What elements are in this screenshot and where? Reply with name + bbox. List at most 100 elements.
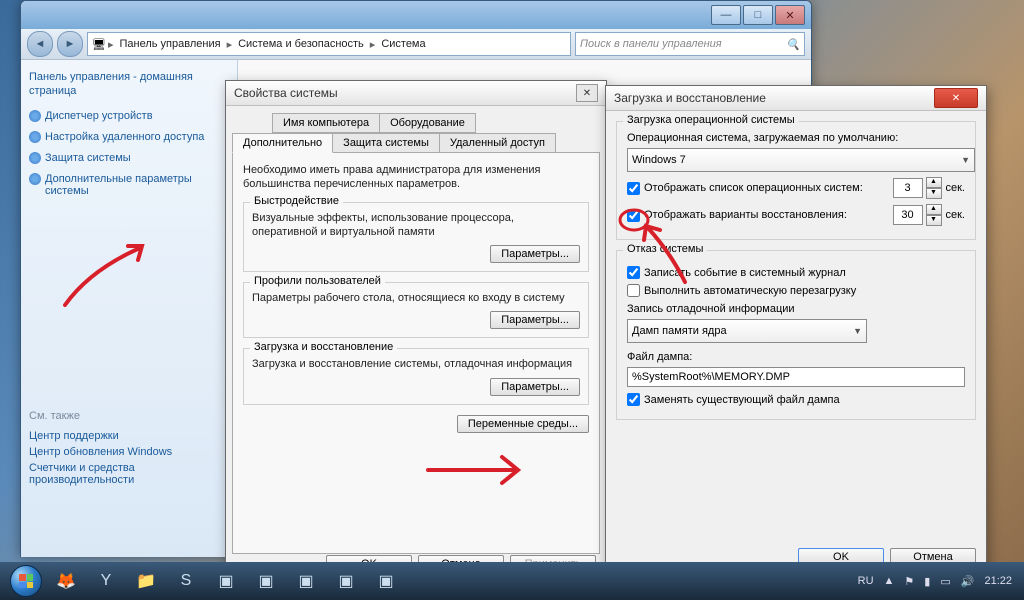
dump-file-input[interactable]	[627, 367, 965, 387]
tray-lang[interactable]: RU	[858, 575, 874, 587]
start-button[interactable]	[6, 565, 46, 597]
sysprop-title: Свойства системы	[234, 86, 338, 100]
system-properties-dialog: Свойства системы ✕ Имя компьютера Оборуд…	[225, 80, 607, 582]
performance-text: Визуальные эффекты, использование процес…	[252, 211, 580, 240]
tray-chevron-icon[interactable]: ▲	[884, 575, 895, 587]
taskbar: 🦊 Y 📁 S ▣ ▣ ▣ ▣ ▣ RU ▲ ⚑ ▮ ▭ 🔊 21:22	[0, 562, 1024, 600]
sidebar-advanced-settings[interactable]: Дополнительные параметры системы	[29, 170, 229, 200]
failure-fieldset: Отказ системы Записать событие в системн…	[616, 250, 976, 420]
crumb-control-panel[interactable]: Панель управления	[116, 38, 225, 50]
show-recovery-seconds-input[interactable]	[893, 205, 923, 225]
taskbar-app1[interactable]: ▣	[206, 565, 246, 597]
taskbar-yandex[interactable]: Y	[86, 565, 126, 597]
default-os-value: Windows 7	[632, 154, 686, 166]
windows-logo-icon	[19, 574, 33, 588]
search-icon: 🔍	[786, 38, 800, 51]
seconds-label-2: сек.	[946, 209, 966, 221]
chevron-down-icon: ▼	[853, 326, 862, 336]
show-os-spinner[interactable]: ▲▼	[926, 177, 942, 199]
sysprop-tabs-row2: Дополнительно Защита системы Удаленный д…	[232, 132, 600, 152]
system-tray: RU ▲ ⚑ ▮ ▭ 🔊 21:22	[858, 575, 1018, 588]
startup-close-button[interactable]: ✕	[934, 88, 978, 108]
overwrite-dump-label: Заменять существующий файл дампа	[644, 394, 840, 406]
sidebar-perf-tools[interactable]: Счетчики и средства производительности	[29, 460, 229, 488]
explorer-titlebar: — □ ✕	[21, 1, 811, 29]
admin-note: Необходимо иметь права администратора дл…	[243, 163, 589, 192]
crumb-system[interactable]: Система	[377, 38, 429, 50]
seconds-label: сек.	[946, 182, 966, 194]
sidebar-windows-update[interactable]: Центр обновления Windows	[29, 444, 229, 460]
profiles-settings-button[interactable]: Параметры...	[490, 311, 580, 329]
startup-settings-button[interactable]: Параметры...	[490, 378, 580, 396]
sysprop-close-button[interactable]: ✕	[576, 84, 598, 102]
sysprop-tabs-row1: Имя компьютера Оборудование	[232, 112, 600, 132]
nav-bar: ◄ ► 🖥 ▸ Панель управления ▸ Система и бе…	[21, 29, 811, 60]
tab-remote[interactable]: Удаленный доступ	[439, 133, 556, 153]
taskbar-app4[interactable]: ▣	[326, 565, 366, 597]
sidebar-action-center[interactable]: Центр поддержки	[29, 428, 229, 444]
startup-dialog-title: Загрузка и восстановление	[614, 91, 766, 105]
close-button[interactable]: ✕	[775, 5, 805, 25]
debug-info-value: Дамп памяти ядра	[632, 325, 727, 337]
tray-clock[interactable]: 21:22	[984, 575, 1012, 587]
tray-battery-icon[interactable]: ▭	[940, 575, 950, 588]
env-variables-button[interactable]: Переменные среды...	[457, 415, 589, 433]
tab-advanced[interactable]: Дополнительно	[232, 133, 333, 153]
auto-restart-checkbox[interactable]	[627, 284, 640, 297]
profiles-text: Параметры рабочего стола, относящиеся ко…	[252, 291, 580, 305]
taskbar-app3[interactable]: ▣	[286, 565, 326, 597]
startup-recovery-dialog: Загрузка и восстановление ✕ Загрузка опе…	[605, 85, 987, 577]
sidebar-remote-settings[interactable]: Настройка удаленного доступа	[29, 128, 229, 146]
breadcrumb[interactable]: 🖥 ▸ Панель управления ▸ Система и безопа…	[87, 32, 571, 56]
sidebar-see-also-label: См. также	[29, 410, 229, 422]
search-placeholder: Поиск в панели управления	[580, 38, 722, 50]
default-os-select[interactable]: Windows 7 ▼	[627, 148, 975, 172]
tab-computer-name[interactable]: Имя компьютера	[272, 113, 380, 133]
forward-button[interactable]: ►	[57, 31, 83, 57]
startup-titlebar: Загрузка и восстановление ✕	[606, 86, 986, 111]
show-os-list-label: Отображать список операционных систем:	[644, 182, 889, 194]
tray-volume-icon[interactable]: 🔊	[961, 575, 975, 588]
sidebar-home-link[interactable]: Панель управления - домашняя страница	[29, 70, 229, 99]
debug-info-label: Запись отладочной информации	[627, 303, 965, 315]
dump-file-label: Файл дампа:	[627, 351, 965, 363]
tray-flag-icon[interactable]: ⚑	[904, 575, 914, 588]
boot-legend: Загрузка операционной системы	[623, 114, 799, 126]
profiles-title: Профили пользователей	[250, 275, 385, 287]
sidebar-device-manager[interactable]: Диспетчер устройств	[29, 107, 229, 125]
show-os-list-checkbox[interactable]	[627, 182, 640, 195]
tray-network-icon[interactable]: ▮	[924, 575, 930, 588]
log-event-checkbox[interactable]	[627, 266, 640, 279]
sysprop-titlebar: Свойства системы ✕	[226, 81, 606, 106]
show-recovery-checkbox[interactable]	[627, 209, 640, 222]
tab-hardware[interactable]: Оборудование	[379, 113, 476, 133]
maximize-button[interactable]: □	[743, 5, 773, 25]
performance-settings-button[interactable]: Параметры...	[490, 245, 580, 263]
auto-restart-label: Выполнить автоматическую перезагрузку	[644, 285, 856, 297]
chevron-down-icon: ▼	[961, 155, 970, 165]
performance-title: Быстродействие	[250, 195, 343, 207]
taskbar-explorer[interactable]: 📁	[126, 565, 166, 597]
taskbar-app2[interactable]: ▣	[246, 565, 286, 597]
profiles-group: Профили пользователей Параметры рабочего…	[243, 282, 589, 338]
boot-fieldset: Загрузка операционной системы Операционн…	[616, 121, 976, 240]
tab-system-protection[interactable]: Защита системы	[332, 133, 440, 153]
minimize-button[interactable]: —	[711, 5, 741, 25]
sidebar: Панель управления - домашняя страница Ди…	[21, 60, 238, 557]
sysprop-body: Необходимо иметь права администратора дл…	[232, 152, 600, 554]
show-recovery-spinner[interactable]: ▲▼	[926, 204, 942, 226]
startup-text: Загрузка и восстановление системы, отлад…	[252, 357, 580, 371]
show-recovery-label: Отображать варианты восстановления:	[644, 209, 889, 221]
overwrite-dump-checkbox[interactable]	[627, 393, 640, 406]
taskbar-skype[interactable]: S	[166, 565, 206, 597]
taskbar-app5[interactable]: ▣	[366, 565, 406, 597]
crumb-system-security[interactable]: Система и безопасность	[234, 38, 368, 50]
sidebar-system-protection[interactable]: Защита системы	[29, 149, 229, 167]
taskbar-firefox[interactable]: 🦊	[46, 565, 86, 597]
show-os-seconds-input[interactable]	[893, 178, 923, 198]
back-button[interactable]: ◄	[27, 31, 53, 57]
debug-info-select[interactable]: Дамп памяти ядра ▼	[627, 319, 867, 343]
performance-group: Быстродействие Визуальные эффекты, испол…	[243, 202, 589, 273]
search-input[interactable]: Поиск в панели управления 🔍	[575, 32, 805, 56]
startup-title: Загрузка и восстановление	[250, 341, 397, 353]
